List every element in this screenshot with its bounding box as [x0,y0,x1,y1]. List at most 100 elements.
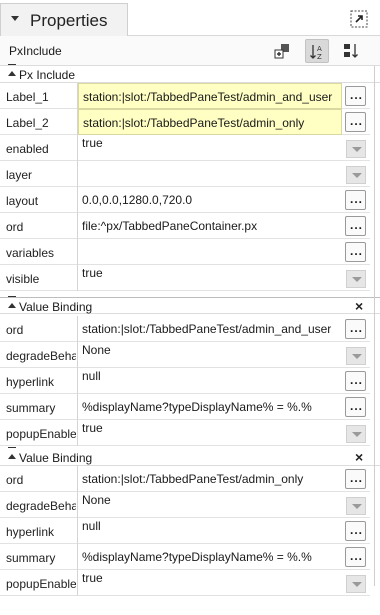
section-title: Px Include [19,68,76,82]
ellipsis-label: ... [350,523,364,537]
dropdown-button[interactable] [346,425,366,443]
property-value: %displayName?typeDisplayName% = %.% [82,400,312,414]
sort-az-button[interactable]: A Z [305,39,329,63]
section-header-value-binding[interactable]: Value Binding × [0,296,380,314]
properties-panel: Properties PxInclude A Z Px Include Labe… [0,0,380,615]
reorder-icon [344,44,358,58]
property-name: hyperlink [6,525,55,539]
property-row-ord: ord station:|slot:/TabbedPaneTest/admin_… [0,466,370,492]
property-value: station:|slot:/TabbedPaneTest/admin_only [82,472,304,486]
property-value-field[interactable]: true [78,570,342,596]
property-row-summary: summary %displayName?typeDisplayName% = … [0,544,370,570]
collapse-icon[interactable] [8,64,16,76]
property-value-field[interactable]: %displayName?typeDisplayName% = %.% [78,394,342,420]
ellipsis-label: ... [350,373,364,387]
property-name: visible [6,272,40,286]
ellipsis-label: ... [350,321,364,335]
section-header-value-binding[interactable]: Value Binding × [0,447,380,466]
ellipsis-label: ... [350,88,364,102]
property-name: ord [6,323,24,337]
property-value-field[interactable]: 0.0,0.0,1280.0,720.0 [78,187,342,213]
section-header-px-include[interactable]: Px Include [0,64,380,83]
property-name: enabled [6,142,49,156]
property-name: degradeBehav [6,499,76,513]
property-value: file:^px/TabbedPaneContainer.px [82,219,258,233]
ellipsis-button[interactable]: ... [345,371,366,391]
tab-properties[interactable]: Properties [0,3,128,36]
svg-text:A: A [317,45,322,53]
property-value: 0.0,0.0,1280.0,720.0 [82,193,193,207]
property-value-field[interactable]: None [78,492,342,518]
property-value-field[interactable]: true [78,265,342,291]
maximize-icon[interactable] [350,10,368,28]
dropdown-button[interactable] [346,575,366,593]
ellipsis-button[interactable]: ... [345,216,366,236]
ellipsis-button[interactable]: ... [345,319,366,339]
ellipsis-button[interactable]: ... [345,397,366,417]
property-row-summary: summary %displayName?typeDisplayName% = … [0,394,370,420]
property-row-popup-enabled: popupEnabled true [0,420,370,446]
property-name: summary [6,551,56,565]
dropdown-button[interactable] [346,497,366,515]
property-value-field[interactable]: true [78,135,342,161]
close-icon[interactable]: × [355,449,363,465]
dropdown-button[interactable] [346,166,366,184]
dropdown-button[interactable] [346,270,366,288]
add-slot-button[interactable] [270,39,294,63]
ellipsis-button[interactable]: ... [345,469,366,489]
dropdown-button[interactable] [346,140,366,158]
scroll-edge [374,66,375,586]
sort-az-icon: A Z [310,45,322,61]
close-icon[interactable]: × [355,298,363,314]
property-name: hyperlink [6,375,55,389]
property-name: Label_1 [6,90,49,104]
property-value: station:|slot:/TabbedPaneTest/admin_and_… [82,322,332,336]
property-value-field[interactable]: true [78,420,342,446]
property-name: layer [6,168,33,182]
section-title: Value Binding [19,300,93,314]
ellipsis-button[interactable]: ... [345,547,366,567]
property-value: true [82,421,103,435]
property-value-field[interactable] [78,161,342,187]
collapse-icon[interactable] [8,296,16,308]
reorder-button[interactable] [339,39,363,63]
ellipsis-label: ... [350,549,364,563]
tab-menu-caret-icon[interactable] [11,16,19,21]
property-name: layout [6,194,39,208]
property-value: null [82,519,101,533]
property-name: popupEnabled [6,427,76,441]
property-value-field[interactable]: station:|slot:/TabbedPaneTest/admin_only [78,466,342,492]
property-row-hyperlink: hyperlink null ... [0,368,370,394]
ellipsis-label: ... [350,114,364,128]
property-value-field[interactable]: None [78,342,342,368]
property-name: degradeBehav [6,349,76,363]
tab-title: Properties [30,11,108,30]
property-value-field[interactable]: station:|slot:/TabbedPaneTest/admin_only [78,109,342,135]
property-value: None [82,343,111,357]
property-value: None [82,493,111,507]
ellipsis-button[interactable]: ... [345,242,366,262]
property-row-degrade-behavior: degradeBehav None [0,342,370,368]
property-row-layer: layer [0,161,370,187]
property-value: true [82,136,103,150]
property-value: null [82,369,101,383]
property-value-field[interactable]: station:|slot:/TabbedPaneTest/admin_and_… [78,83,342,109]
property-value-field[interactable]: null [78,368,342,394]
property-value-field[interactable] [78,239,342,265]
ellipsis-button[interactable]: ... [345,521,366,541]
collapse-icon[interactable] [8,447,16,459]
property-row-hyperlink: hyperlink null ... [0,518,370,544]
ellipsis-label: ... [350,399,364,413]
ellipsis-button[interactable]: ... [345,86,366,106]
property-value-field[interactable]: null [78,518,342,544]
property-value-field[interactable]: station:|slot:/TabbedPaneTest/admin_and_… [78,316,342,342]
property-value-field[interactable]: %displayName?typeDisplayName% = %.% [78,544,342,570]
svg-text:Z: Z [317,53,322,61]
ellipsis-button[interactable]: ... [345,112,366,132]
tab-bar: Properties [0,0,380,36]
dropdown-button[interactable] [346,347,366,365]
ellipsis-button[interactable]: ... [345,190,366,210]
property-name: popupEnabled [6,577,76,591]
ellipsis-label: ... [350,244,364,258]
property-value-field[interactable]: file:^px/TabbedPaneContainer.px [78,213,342,239]
